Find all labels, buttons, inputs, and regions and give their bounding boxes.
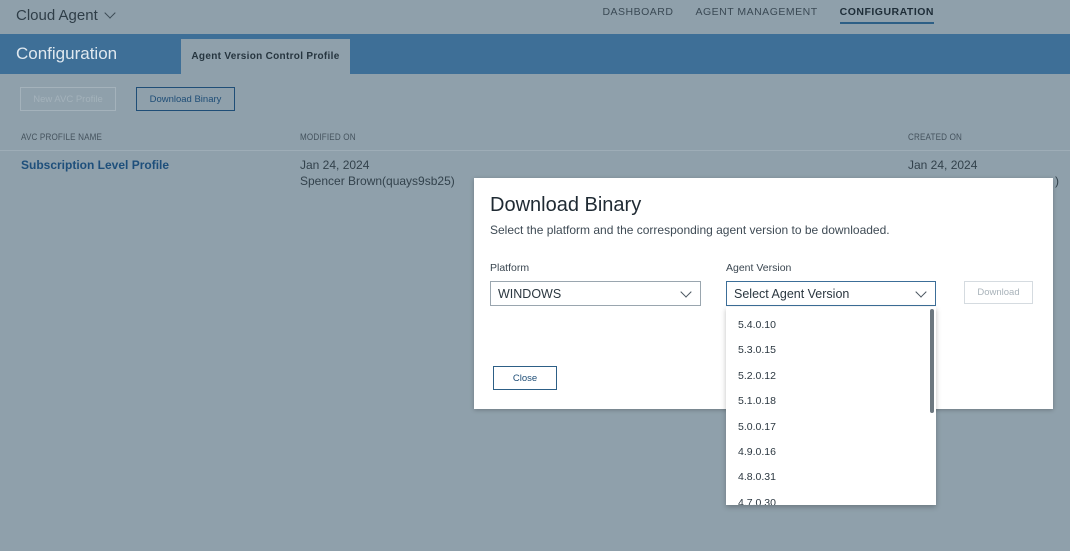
- version-option[interactable]: 4.7.0.30: [738, 497, 776, 505]
- platform-value: WINDOWS: [498, 286, 562, 301]
- app-title: Cloud Agent: [16, 7, 98, 24]
- column-header-name[interactable]: AVC PROFILE NAME: [21, 132, 102, 143]
- download-binary-button[interactable]: Download Binary: [136, 87, 235, 111]
- platform-select[interactable]: WINDOWS: [490, 281, 701, 306]
- version-option[interactable]: 5.3.0.15: [738, 344, 776, 356]
- nav-configuration[interactable]: CONFIGURATION: [839, 6, 934, 24]
- top-nav-bar: Cloud Agent DASHBOARD AGENT MANAGEMENT C…: [0, 0, 1070, 34]
- chevron-down-icon: [104, 7, 116, 19]
- dialog-subtitle: Select the platform and the correspondin…: [490, 223, 890, 237]
- platform-label: Platform: [490, 262, 530, 274]
- column-header-modified[interactable]: MODIFIED ON: [300, 132, 356, 143]
- agent-version-dropdown: 5.4.0.10 5.3.0.15 5.2.0.12 5.1.0.18 5.0.…: [726, 307, 936, 505]
- dropdown-scrollbar[interactable]: [930, 309, 934, 413]
- version-option[interactable]: 5.0.0.17: [738, 421, 776, 433]
- profile-name-link[interactable]: Subscription Level Profile: [21, 158, 169, 172]
- page-header: Configuration Agent Version Control Prof…: [0, 34, 1070, 74]
- table-divider: [0, 150, 1070, 151]
- app-switcher[interactable]: Cloud Agent: [16, 7, 116, 24]
- agent-version-label: Agent Version: [726, 262, 792, 274]
- tab-agent-version-control-profile[interactable]: Agent Version Control Profile: [181, 39, 350, 74]
- download-button[interactable]: Download: [964, 281, 1033, 304]
- modified-by: Spencer Brown(quays9sb25): [300, 174, 455, 188]
- version-option[interactable]: 4.9.0.16: [738, 446, 776, 458]
- nav-agent-management[interactable]: AGENT MANAGEMENT: [695, 6, 817, 24]
- version-option[interactable]: 5.4.0.10: [738, 319, 776, 331]
- modified-date: Jan 24, 2024: [300, 158, 370, 172]
- close-button[interactable]: Close: [493, 366, 557, 390]
- agent-version-placeholder: Select Agent Version: [734, 286, 850, 301]
- chevron-down-icon: [680, 286, 692, 298]
- version-option[interactable]: 4.8.0.31: [738, 471, 776, 483]
- nav-dashboard[interactable]: DASHBOARD: [602, 6, 673, 24]
- dialog-title: Download Binary: [490, 194, 642, 216]
- created-date: Jan 24, 2024: [908, 158, 978, 172]
- version-option[interactable]: 5.2.0.12: [738, 370, 776, 382]
- version-option[interactable]: 5.1.0.18: [738, 395, 776, 407]
- chevron-down-icon: [915, 286, 927, 298]
- main-nav: DASHBOARD AGENT MANAGEMENT CONFIGURATION: [602, 6, 934, 24]
- agent-version-select[interactable]: Select Agent Version: [726, 281, 936, 306]
- column-header-created[interactable]: CREATED ON: [908, 132, 962, 143]
- new-avc-profile-button[interactable]: New AVC Profile: [20, 87, 116, 111]
- page-title: Configuration: [16, 44, 118, 63]
- created-by: ): [1055, 174, 1059, 188]
